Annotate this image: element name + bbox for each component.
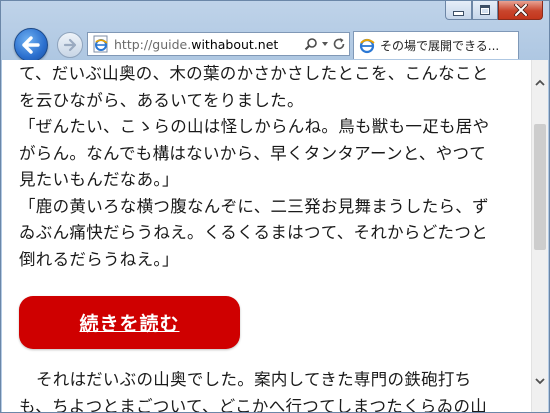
scrollbar-thumb[interactable] <box>534 124 546 250</box>
chevron-down-icon[interactable] <box>321 40 329 48</box>
text-line: 「鹿の黄いろな横つ腹なんぞに、二三発お見舞まうしたら、ず <box>19 196 489 216</box>
minimize-icon <box>453 10 464 16</box>
text-line: も、ちよつとまごついて、どこかへ行つてしまつたくらゐの山 <box>19 396 488 413</box>
back-button[interactable] <box>14 28 48 62</box>
forward-button[interactable] <box>57 32 83 58</box>
close-button[interactable] <box>498 1 543 20</box>
read-more-label: 続きを読む <box>79 313 180 335</box>
text-line: 倒れるだらうねえ。」 <box>19 249 179 269</box>
text-line: 見たいもんだなあ。」 <box>19 170 179 189</box>
ie-page-icon <box>93 35 108 53</box>
minimize-button[interactable] <box>445 1 472 20</box>
story-paragraph: それはだいぶの山奥でした。案内してきた専門の鉄砲打ち も、ちよつとまごついて、ど… <box>19 367 521 412</box>
forward-arrow-icon <box>63 38 77 52</box>
ie-page-icon <box>359 38 375 53</box>
page-viewport: て、だいぶ山奥の、木の葉のかさかさしたとこを、こんなこと を云ひながら、あるいて… <box>2 60 548 412</box>
chevron-up-icon <box>535 79 545 86</box>
browser-tab[interactable]: その場で展開できる... <box>353 31 519 59</box>
tab-title: その場で展開できる... <box>380 39 500 53</box>
back-arrow-icon <box>22 36 40 54</box>
article-content: て、だいぶ山奥の、木の葉のかさかさしたとこを、こんなこと を云ひながら、あるいて… <box>19 61 521 412</box>
address-bar[interactable]: http://guide.withabout.net <box>87 32 350 56</box>
text-line: て、だいぶ山奥の、木の葉のかさかさしたとこを、こんなこと <box>19 64 489 83</box>
text-line: を云ひながら、あるいてをりました。 <box>19 90 304 110</box>
text-line: がらん。なんでも構はないから、早くタンタアーンと、やつて <box>19 143 487 163</box>
address-tools <box>304 37 349 51</box>
window-caption-buttons <box>445 1 543 20</box>
text-line: 「ぜんたい、こゝらの山は怪しからんね。鳥も獣も一疋も居や <box>19 117 490 136</box>
search-icon[interactable] <box>304 37 318 51</box>
text-line: それはだいぶの山奥でした。案内してきた専門の鉄砲打ち <box>36 370 472 389</box>
refresh-icon[interactable] <box>332 37 346 51</box>
scroll-up-button[interactable] <box>532 74 548 91</box>
text-line: ゐぶん痛快だらうねえ。くるくるまはつて、それからどたつと <box>19 223 488 242</box>
chevron-down-icon <box>535 378 545 385</box>
story-paragraph: て、だいぶ山奥の、木の葉のかさかさしたとこを、こんなこと を云ひながら、あるいて… <box>19 61 521 273</box>
scroll-down-button[interactable] <box>532 373 548 390</box>
vertical-scrollbar[interactable] <box>531 60 548 412</box>
maximize-icon <box>480 5 490 15</box>
close-icon <box>513 4 528 16</box>
url-text: http://guide.withabout.net <box>114 36 279 52</box>
maximize-button[interactable] <box>472 1 498 20</box>
browser-window: http://guide.withabout.net その場で展開できる... <box>0 0 550 413</box>
read-more-button[interactable]: 続きを読む <box>19 296 240 349</box>
